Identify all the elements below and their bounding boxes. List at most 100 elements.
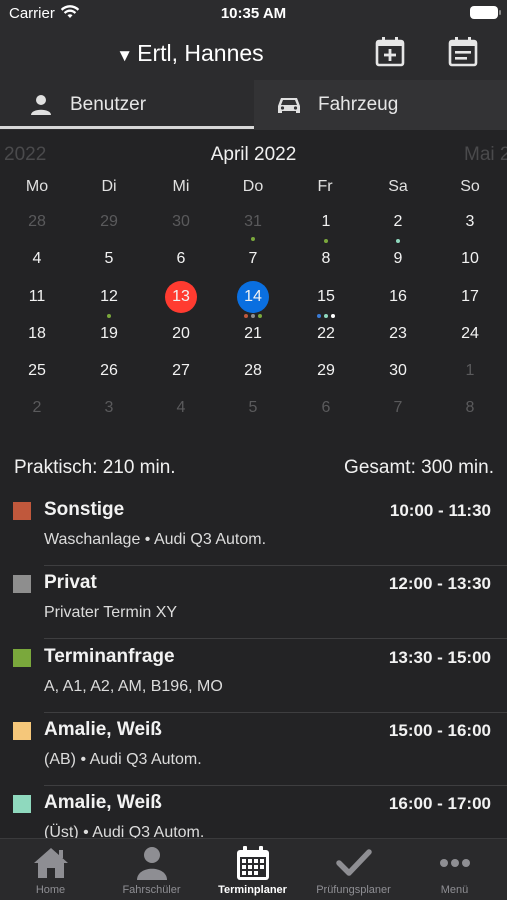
calendar-day[interactable]: 17 <box>450 282 490 312</box>
calendar-day[interactable]: 8 <box>450 393 490 423</box>
tab-fahrschueler[interactable]: Fahrschüler <box>101 839 202 900</box>
weekday-label: Do <box>242 178 264 195</box>
event-dot <box>331 314 335 318</box>
appointment-item[interactable]: Amalie, Weiß 16:00 - 17:00 (Üst) • Audi … <box>0 786 507 838</box>
weekday-label: So <box>460 178 480 195</box>
calendar-day[interactable]: 4 <box>17 244 57 274</box>
calendar-day[interactable]: 20 <box>161 319 201 349</box>
tab-terminplaner-label: Terminplaner <box>218 884 287 896</box>
person-icon <box>31 95 51 115</box>
segment-indicator <box>0 126 254 129</box>
appointment-item[interactable]: Sonstige 10:00 - 11:30 Waschanlage • Aud… <box>0 493 507 566</box>
tab-terminplaner[interactable]: Terminplaner <box>202 839 303 900</box>
calendar-day[interactable]: 4 <box>161 393 201 423</box>
calendar-day[interactable]: 29 <box>306 356 346 386</box>
calendar-day[interactable]: 2 <box>378 207 418 237</box>
calendar-day[interactable]: 5 <box>89 244 129 274</box>
tab-benutzer-label: Benutzer <box>70 94 147 115</box>
calendar-day[interactable]: 5 <box>233 393 273 423</box>
event-indicator-dots <box>233 314 273 318</box>
calendar-day[interactable]: 25 <box>17 356 57 386</box>
calendar-day[interactable]: 23 <box>378 319 418 349</box>
category-color-swatch <box>13 575 31 593</box>
calendar-day[interactable]: 28 <box>233 356 273 386</box>
appointment-subtitle: (AB) • Audi Q3 Autom. <box>44 751 202 768</box>
calendar-day[interactable]: 18 <box>17 319 57 349</box>
calendar-day[interactable]: 11 <box>17 282 57 312</box>
total-duration: Gesamt: 300 min. <box>344 457 494 478</box>
appointment-item[interactable]: Terminanfrage 13:30 - 15:00 A, A1, A2, A… <box>0 640 507 713</box>
calendar-day[interactable]: 6 <box>161 244 201 274</box>
calendar-day-selected[interactable]: 14 <box>237 281 269 313</box>
weekday-label: Di <box>101 178 117 195</box>
calendar-day[interactable]: 6 <box>306 393 346 423</box>
more-icon <box>440 859 470 867</box>
appointment-title: Amalie, Weiß <box>44 792 162 813</box>
appointment-time: 13:30 - 15:00 <box>388 648 491 667</box>
month-title: April 2022 <box>210 144 297 165</box>
tab-bar: Home Fahrschüler Terminplaner Prüfungspl… <box>0 838 507 900</box>
calendar-day[interactable]: 2 <box>17 393 57 423</box>
calendar-day[interactable]: 15 <box>306 282 346 312</box>
calendar-day[interactable]: 29 <box>89 207 129 237</box>
calendar-day[interactable]: 16 <box>378 282 418 312</box>
calendar-day[interactable]: 7 <box>378 393 418 423</box>
tab-fahrschueler-label: Fahrschüler <box>122 884 181 896</box>
calendar-day[interactable]: 9 <box>378 244 418 274</box>
separator <box>44 638 507 639</box>
appointment-item[interactable]: Privat 12:00 - 13:30 Privater Termin XY <box>0 566 507 639</box>
calendar-day[interactable]: 30 <box>161 207 201 237</box>
battery-icon <box>470 6 501 19</box>
next-month[interactable]: Mai 2 <box>464 144 507 166</box>
event-dot <box>244 314 248 318</box>
calendar-day-today[interactable]: 13 <box>165 281 197 313</box>
event-dot <box>258 314 262 318</box>
event-dot <box>317 314 321 318</box>
month-header: 2022 April 2022 Mai 2 <box>0 143 507 169</box>
calendar-day[interactable]: 3 <box>450 207 490 237</box>
appointment-title: Sonstige <box>44 499 125 520</box>
calendar-day[interactable]: 28 <box>17 207 57 237</box>
weekday-label: Mo <box>25 178 49 195</box>
weekday-label: Mi <box>172 178 190 195</box>
tab-menu-label: Menü <box>440 884 469 896</box>
practical-duration: Praktisch: 210 min. <box>14 457 176 478</box>
appointment-subtitle: Waschanlage • Audi Q3 Autom. <box>44 531 267 548</box>
calendar-day[interactable]: 8 <box>306 244 346 274</box>
calendar-day[interactable]: 27 <box>161 356 201 386</box>
calendar-day[interactable]: 1 <box>450 356 490 386</box>
user-selector[interactable]: ▼ Ertl, Hannes <box>0 40 380 67</box>
calendar-day[interactable]: 30 <box>378 356 418 386</box>
calendar-day[interactable]: 26 <box>89 356 129 386</box>
calendar-day[interactable]: 22 <box>306 319 346 349</box>
calendar-day[interactable]: 12 <box>89 282 129 312</box>
calendar-day[interactable]: 3 <box>89 393 129 423</box>
calendar-day[interactable]: 31 <box>233 207 273 237</box>
calendar-day[interactable]: 10 <box>450 244 490 274</box>
tab-home[interactable]: Home <box>0 839 101 900</box>
calendar-list-icon[interactable] <box>447 36 479 68</box>
appointment-title: Amalie, Weiß <box>44 719 162 740</box>
event-dot <box>324 314 328 318</box>
tab-menu[interactable]: Menü <box>404 839 505 900</box>
appointment-item[interactable]: Amalie, Weiß 15:00 - 16:00 (AB) • Audi Q… <box>0 713 507 786</box>
segment-control: Benutzer Fahrzeug <box>0 80 507 130</box>
calendar-day[interactable]: 24 <box>450 319 490 349</box>
tab-pruefungsplaner[interactable]: Prüfungsplaner <box>303 839 404 900</box>
calendar-day[interactable]: 1 <box>306 207 346 237</box>
calendar-plus-icon[interactable] <box>374 36 406 68</box>
calendar-day[interactable]: 21 <box>233 319 273 349</box>
calendar-day[interactable]: 19 <box>89 319 129 349</box>
calendar-icon <box>237 846 269 880</box>
event-indicator-dots <box>378 239 418 243</box>
event-dot <box>107 314 111 318</box>
navigation-bar: ▼ Ertl, Hannes <box>0 28 507 80</box>
event-indicator-dots <box>306 314 346 318</box>
event-dot <box>251 237 255 241</box>
tab-benutzer[interactable]: Benutzer <box>0 80 253 130</box>
calendar-day[interactable]: 7 <box>233 244 273 274</box>
tab-pruefungsplaner-label: Prüfungsplaner <box>316 884 391 896</box>
appointment-subtitle: A, A1, A2, AM, B196, MO <box>44 678 223 695</box>
appointment-time: 16:00 - 17:00 <box>388 794 491 813</box>
tab-fahrzeug[interactable]: Fahrzeug <box>254 80 507 130</box>
